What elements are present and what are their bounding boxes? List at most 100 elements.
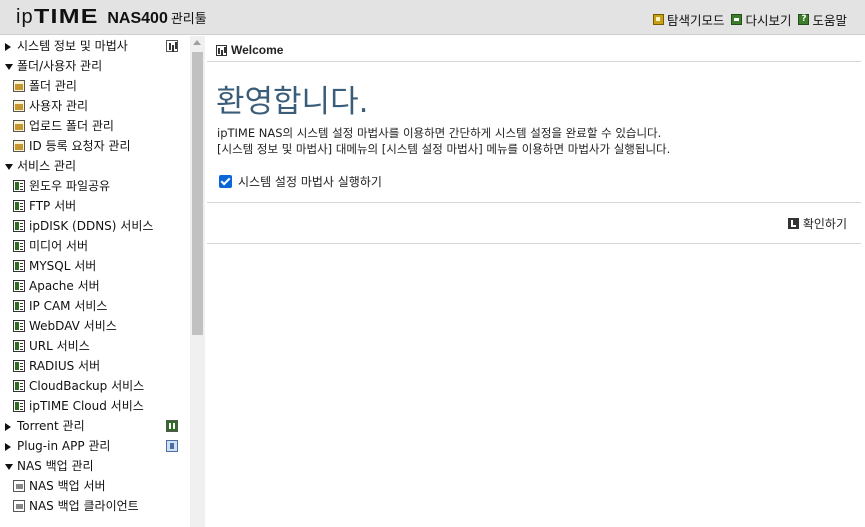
checkbox-checked-icon[interactable] (219, 175, 232, 188)
service-icon (13, 239, 25, 252)
brand-ip: ip (16, 6, 34, 28)
tree-item-label: NAS 백업 클라이언트 (29, 499, 139, 513)
chart-icon (166, 40, 178, 52)
tree-item-folder-manage[interactable]: 폴더 관리 (0, 76, 190, 96)
plugin-icon (166, 440, 178, 452)
tree-item-label: Apache 서버 (29, 279, 100, 293)
explorer-icon (652, 14, 664, 25)
chart-icon (216, 44, 227, 56)
tree-item-upload-folder[interactable]: 업로드 폴더 관리 (0, 116, 190, 136)
tree-item-backup-server[interactable]: NAS 백업 서버 (0, 476, 190, 496)
backup-icon (13, 499, 25, 512)
confirm-button[interactable]: 확인하기 (787, 215, 847, 232)
collapse-arrow-icon (5, 463, 13, 470)
service-icon (13, 339, 25, 352)
explorer-mode-link[interactable]: 탐색기모드 (652, 10, 725, 29)
description-line-1: ipTIME NAS의 시스템 설정 마법사를 이용하면 간단하게 시스템 설정… (217, 126, 662, 140)
tree-item-id-request[interactable]: ID 등록 요청자 관리 (0, 136, 190, 156)
tree-item-label: RADIUS 서버 (29, 359, 101, 373)
tree-item-label: WebDAV 서비스 (29, 319, 117, 333)
scroll-up-arrow-icon[interactable] (193, 40, 201, 45)
tree-item-label: 윈도우 파일공유 (29, 179, 111, 193)
service-icon (13, 279, 25, 292)
run-wizard-checkbox[interactable]: 시스템 설정 마법사 실행하기 (219, 173, 382, 190)
service-icon (13, 299, 25, 312)
tree-item-label: NAS 백업 서버 (29, 479, 106, 493)
upload-folder-icon (13, 119, 25, 132)
help-label: 도움말 (812, 13, 847, 28)
explorer-mode-label: 탐색기모드 (666, 13, 725, 28)
brand-logo: ip TIME NAS400 관리툴 (16, 6, 207, 29)
tree-group-plugin[interactable]: Plug-in APP 관리 (0, 436, 190, 456)
service-icon (13, 359, 25, 372)
brand-suffix: 관리툴 (170, 12, 207, 27)
tree-item-user-manage[interactable]: 사용자 관리 (0, 96, 190, 116)
tree-item-ftp[interactable]: FTP 서버 (0, 196, 190, 216)
tab-welcome-label: Welcome (231, 43, 284, 57)
confirm-label: 확인하기 (802, 217, 847, 231)
tree-group-system-info[interactable]: 시스템 정보 및 마법사 (0, 36, 190, 56)
tree-item-label: MYSQL 서버 (29, 259, 97, 273)
tree-item-label: 사용자 관리 (29, 99, 89, 113)
tree-item-ipcam[interactable]: IP CAM 서비스 (0, 296, 190, 316)
tree-item-label: ipDISK (DDNS) 서비스 (29, 219, 154, 233)
welcome-description: ipTIME NAS의 시스템 설정 마법사를 이용하면 간단하게 시스템 설정… (217, 125, 670, 157)
collapse-arrow-icon (5, 63, 13, 70)
tree-group-label: Torrent 관리 (17, 419, 85, 433)
sidebar-scrollbar[interactable] (190, 36, 205, 527)
service-icon (13, 319, 25, 332)
tree-group-nas-backup[interactable]: NAS 백업 관리 (0, 456, 190, 476)
collapse-arrow-icon (5, 163, 13, 170)
tree-item-label: 미디어 서버 (29, 239, 89, 253)
tree-item-label: URL 서비스 (29, 339, 90, 353)
scroll-thumb[interactable] (192, 52, 203, 335)
brand-time: TIME (33, 6, 99, 28)
run-wizard-label: 시스템 설정 마법사 실행하기 (238, 175, 382, 189)
expand-arrow-icon (5, 422, 11, 431)
tree-group-folder-user[interactable]: 폴더/사용자 관리 (0, 56, 190, 76)
tree-item-cloudbackup[interactable]: CloudBackup 서비스 (0, 376, 190, 396)
tree-item-mysql[interactable]: MYSQL 서버 (0, 256, 190, 276)
description-line-2: [시스템 정보 및 마법사] 대메뉴의 [시스템 설정 마법사] 메뉴를 이용하… (217, 142, 671, 156)
help-link[interactable]: ? 도움말 (798, 10, 847, 29)
tree-group-service[interactable]: 서비스 관리 (0, 156, 190, 176)
brand-model: NAS400 (107, 10, 168, 27)
tree-group-torrent[interactable]: Torrent 관리 (0, 416, 190, 436)
backup-icon (13, 479, 25, 492)
tree-item-apache[interactable]: Apache 서버 (0, 276, 190, 296)
tree-item-ipdisk[interactable]: ipDISK (DDNS) 서비스 (0, 216, 190, 236)
tree-item-webdav[interactable]: WebDAV 서비스 (0, 316, 190, 336)
expand-arrow-icon (5, 42, 11, 51)
tree-item-label: 폴더 관리 (29, 79, 77, 93)
tree-item-media[interactable]: 미디어 서버 (0, 236, 190, 256)
sidebar-tree: 시스템 정보 및 마법사 폴더/사용자 관리 폴더 관리 사용자 관리 업로드 … (0, 36, 190, 527)
tree-group-label: 서비스 관리 (17, 159, 77, 173)
top-links: 탐색기모드 다시보기 ? 도움말 (652, 10, 847, 29)
tab-welcome: Welcome (216, 43, 283, 57)
tree-group-label: 폴더/사용자 관리 (17, 59, 103, 73)
main-tabbar: Welcome (207, 39, 861, 62)
torrent-icon (166, 420, 178, 432)
folder-icon (13, 79, 25, 92)
top-header: ip TIME NAS400 관리툴 탐색기모드 다시보기 ? 도움말 (0, 0, 865, 35)
tree-item-label: FTP 서버 (29, 199, 77, 213)
user-icon (13, 99, 25, 112)
tree-item-iptime-cloud[interactable]: ipTIME Cloud 서비스 (0, 396, 190, 416)
tree-item-windows-share[interactable]: 윈도우 파일공유 (0, 176, 190, 196)
service-icon (13, 259, 25, 272)
divider (207, 243, 861, 244)
refresh-link[interactable]: 다시보기 (731, 10, 791, 29)
refresh-label: 다시보기 (745, 13, 792, 28)
help-icon: ? (798, 14, 810, 25)
tree-item-backup-client[interactable]: NAS 백업 클라이언트 (0, 496, 190, 516)
expand-arrow-icon (5, 442, 11, 451)
tree-group-label: NAS 백업 관리 (17, 459, 94, 473)
id-request-icon (13, 139, 25, 152)
tree-item-label: 업로드 폴더 관리 (29, 119, 114, 133)
service-icon (13, 199, 25, 212)
service-icon (13, 219, 25, 232)
service-icon (13, 379, 25, 392)
tree-item-url[interactable]: URL 서비스 (0, 336, 190, 356)
tree-item-radius[interactable]: RADIUS 서버 (0, 356, 190, 376)
main-panel: Welcome 환영합니다. ipTIME NAS의 시스템 설정 마법사를 이… (207, 36, 865, 527)
